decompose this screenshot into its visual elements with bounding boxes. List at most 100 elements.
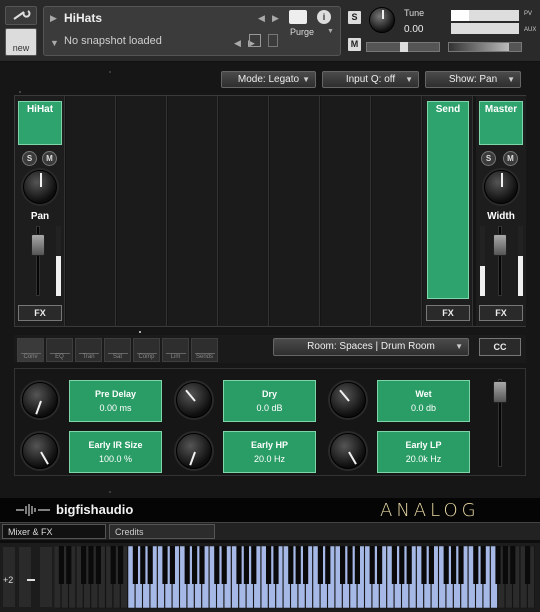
wet-box[interactable]: Wet 0.0 db xyxy=(377,380,470,422)
tune-knob[interactable] xyxy=(369,7,395,33)
black-key[interactable] xyxy=(451,546,457,584)
black-key[interactable] xyxy=(406,546,412,584)
black-key[interactable] xyxy=(510,546,516,584)
black-key[interactable] xyxy=(214,546,220,584)
black-key[interactable] xyxy=(428,546,434,584)
next-instrument-icon[interactable]: ▶ xyxy=(272,13,279,24)
black-key[interactable] xyxy=(140,546,146,584)
black-key[interactable] xyxy=(354,546,360,584)
early-hp-knob[interactable] xyxy=(176,433,212,469)
master-label[interactable]: Master xyxy=(479,101,523,145)
black-key[interactable] xyxy=(58,546,64,584)
black-key[interactable] xyxy=(458,546,464,584)
black-key[interactable] xyxy=(199,546,205,584)
master-fader-handle[interactable] xyxy=(493,234,507,256)
black-key[interactable] xyxy=(303,546,309,584)
input-q-dropdown[interactable]: Input Q: off ▼ xyxy=(322,71,419,88)
black-key[interactable] xyxy=(110,546,116,584)
black-key[interactable] xyxy=(495,546,501,584)
channel-fx-button[interactable]: FX xyxy=(18,305,62,321)
fx-tab-sat[interactable]: Sat xyxy=(104,338,131,362)
fx-tab-sends[interactable]: Sends xyxy=(191,338,218,362)
purge-arrow-icon[interactable]: ▼ xyxy=(327,28,334,35)
piano-keyboard[interactable] xyxy=(54,546,538,610)
black-key[interactable] xyxy=(266,546,272,584)
width-knob[interactable] xyxy=(484,170,518,204)
black-key[interactable] xyxy=(251,546,257,584)
dry-knob[interactable] xyxy=(176,382,212,418)
mode-dropdown[interactable]: Mode: Legato ▼ xyxy=(221,71,316,88)
new-snapshot-button[interactable]: new xyxy=(5,28,37,56)
black-key[interactable] xyxy=(81,546,87,584)
black-key[interactable] xyxy=(66,546,72,584)
channel-mute-button[interactable]: M xyxy=(42,151,57,166)
black-key[interactable] xyxy=(273,546,279,584)
black-key[interactable] xyxy=(95,546,101,584)
mute-button[interactable]: M xyxy=(348,38,361,51)
pre-delay-knob[interactable] xyxy=(22,382,58,418)
wrench-button[interactable] xyxy=(5,6,37,25)
black-key[interactable] xyxy=(162,546,168,584)
master-solo-button[interactable]: S xyxy=(481,151,496,166)
black-key[interactable] xyxy=(243,546,249,584)
send-label[interactable]: Send xyxy=(427,101,469,299)
snapshot-name[interactable]: No snapshot loaded xyxy=(64,35,162,47)
channel-fader-handle[interactable] xyxy=(31,234,45,256)
black-key[interactable] xyxy=(317,546,323,584)
early-hp-box[interactable]: Early HP 20.0 Hz xyxy=(223,431,316,473)
black-key[interactable] xyxy=(88,546,94,584)
black-key[interactable] xyxy=(147,546,153,584)
wet-knob[interactable] xyxy=(330,382,366,418)
black-key[interactable] xyxy=(347,546,353,584)
tab-mixer-fx[interactable]: Mixer & FX xyxy=(2,524,106,539)
early-ir-size-knob[interactable] xyxy=(22,433,58,469)
room-dropdown[interactable]: Room: Spaces | Drum Room ▼ xyxy=(273,338,469,356)
master-fx-button[interactable]: FX xyxy=(479,305,523,321)
instrument-name[interactable]: HiHats xyxy=(64,11,102,25)
black-key[interactable] xyxy=(480,546,486,584)
black-key[interactable] xyxy=(525,546,531,584)
info-icon[interactable]: i xyxy=(317,10,331,24)
fx-tab-tran[interactable]: Tran xyxy=(75,338,102,362)
save-snapshot-icon[interactable] xyxy=(249,34,261,47)
black-key[interactable] xyxy=(118,546,124,584)
pan-slider[interactable] xyxy=(366,42,440,52)
master-mute-button[interactable]: M xyxy=(503,151,518,166)
fx-tab-eq[interactable]: EQ xyxy=(46,338,73,362)
channel-name[interactable]: HiHat xyxy=(18,101,62,145)
collapse-arrow-icon[interactable]: ▶ xyxy=(50,13,57,24)
black-key[interactable] xyxy=(236,546,242,584)
delete-snapshot-icon[interactable] xyxy=(268,34,278,47)
black-key[interactable] xyxy=(325,546,331,584)
early-lp-box[interactable]: Early LP 20.0k Hz xyxy=(377,431,470,473)
early-ir-size-box[interactable]: Early IR Size 100.0 % xyxy=(69,431,162,473)
fx-tab-comp[interactable]: Comp xyxy=(133,338,160,362)
black-key[interactable] xyxy=(421,546,427,584)
black-key[interactable] xyxy=(502,546,508,584)
black-key[interactable] xyxy=(132,546,138,584)
fx-tab-lim[interactable]: Lim xyxy=(162,338,189,362)
prev-instrument-icon[interactable]: ◀ xyxy=(258,13,265,24)
prev-snapshot-icon[interactable]: ◀ xyxy=(234,38,241,49)
cc-button[interactable]: CC xyxy=(479,338,521,356)
send-fx-button[interactable]: FX xyxy=(426,305,470,321)
volume-slider[interactable] xyxy=(448,42,522,52)
black-key[interactable] xyxy=(184,546,190,584)
black-key[interactable] xyxy=(369,546,375,584)
black-key[interactable] xyxy=(391,546,397,584)
black-key[interactable] xyxy=(295,546,301,584)
reverb-fader-handle[interactable] xyxy=(493,381,507,403)
snapshot-arrow-icon[interactable]: ▼ xyxy=(50,38,59,48)
keyboard-scroll[interactable] xyxy=(40,547,52,607)
tab-credits[interactable]: Credits xyxy=(109,524,215,539)
black-key[interactable] xyxy=(169,546,175,584)
black-key[interactable] xyxy=(377,546,383,584)
show-dropdown[interactable]: Show: Pan ▼ xyxy=(425,71,521,88)
channel-solo-button[interactable]: S xyxy=(22,151,37,166)
black-key[interactable] xyxy=(399,546,405,584)
purge-label[interactable]: Purge xyxy=(290,27,314,37)
mod-wheel[interactable] xyxy=(19,547,31,607)
black-key[interactable] xyxy=(443,546,449,584)
black-key[interactable] xyxy=(192,546,198,584)
black-key[interactable] xyxy=(473,546,479,584)
